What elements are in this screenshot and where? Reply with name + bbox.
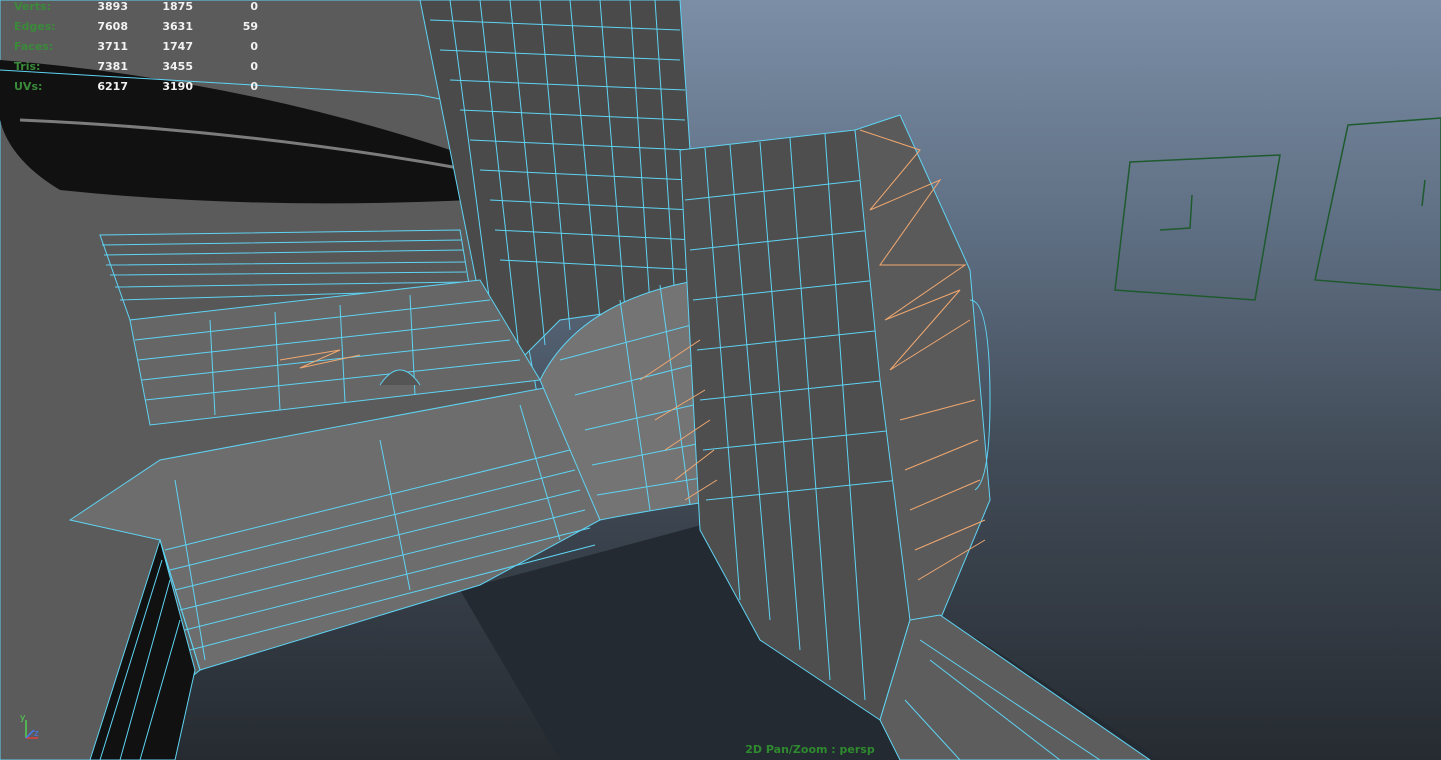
hud-value-selected: 1747 <box>162 40 193 53</box>
maya-3d-viewport[interactable]: Verts: 3893 1875 0 Edges: 7608 3631 59 F… <box>0 0 1441 760</box>
axis-z-label: z <box>34 729 39 739</box>
hud-value-component: 0 <box>250 0 258 13</box>
hud-label: Verts: <box>14 0 52 13</box>
hud-label: Edges: <box>14 20 56 33</box>
hud-value-component: 0 <box>250 60 258 73</box>
hud-value-object: 6217 <box>97 80 128 93</box>
hud-row-edges: Edges: 7608 3631 59 <box>0 20 270 40</box>
hud-value-component: 0 <box>250 80 258 93</box>
hud-value-object: 7608 <box>97 20 128 33</box>
hud-value-component: 59 <box>242 20 258 33</box>
axis-y-label: y <box>20 713 26 723</box>
hud-value-selected: 3190 <box>162 80 193 93</box>
camera-name-label: 2D Pan/Zoom : persp <box>745 743 875 756</box>
hud-label: UVs: <box>14 80 43 93</box>
hud-value-object: 3893 <box>97 0 128 13</box>
locator-objects[interactable] <box>1114 117 1441 301</box>
hud-row-uvs: UVs: 6217 3190 0 <box>0 80 270 100</box>
bottom-beam-mesh <box>879 614 1151 760</box>
hud-value-selected: 1875 <box>162 0 193 13</box>
hud-value-object: 7381 <box>97 60 128 73</box>
hud-row-verts: Verts: 3893 1875 0 <box>0 0 270 20</box>
hud-value-selected: 3631 <box>162 20 193 33</box>
hud-value-component: 0 <box>250 40 258 53</box>
hud-label: Faces: <box>14 40 54 53</box>
hud-value-selected: 3455 <box>162 60 193 73</box>
view-axis-gizmo-icon: y z <box>20 713 39 739</box>
hud-row-faces: Faces: 3711 1747 0 <box>0 40 270 60</box>
hud-row-tris: Tris: 7381 3455 0 <box>0 60 270 80</box>
hud-label: Tris: <box>14 60 41 73</box>
heads-up-display-poly-count: Verts: 3893 1875 0 Edges: 7608 3631 59 F… <box>0 0 270 98</box>
hud-value-object: 3711 <box>97 40 128 53</box>
viewport-scene[interactable] <box>0 0 1441 760</box>
